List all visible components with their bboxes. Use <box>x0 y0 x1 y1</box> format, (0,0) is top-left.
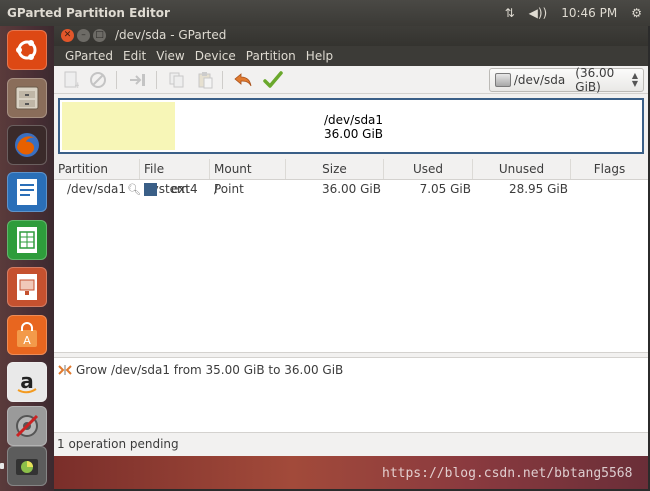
menu-gparted[interactable]: GParted <box>60 49 118 63</box>
menu-partition[interactable]: Partition <box>241 49 301 63</box>
menu-edit[interactable]: Edit <box>118 49 151 63</box>
toolbar-separator <box>156 71 157 89</box>
undo-button[interactable] <box>232 70 254 90</box>
partition-map-size: 36.00 GiB <box>324 127 384 141</box>
paste-icon <box>198 72 213 89</box>
launcher-amazon[interactable]: a <box>7 362 47 402</box>
column-header-mount-point[interactable]: Mount Point <box>210 159 286 196</box>
watermark: https://blog.csdn.net/bbtang5568 <box>382 466 633 481</box>
shopping-bag-icon: A <box>17 322 37 347</box>
delete-partition-button[interactable] <box>87 70 109 90</box>
cell-size: 36.00 GiB <box>321 182 381 196</box>
launcher-firefox[interactable] <box>7 125 47 165</box>
partition-map-name: /dev/sda1 <box>324 113 384 127</box>
toolbar: + /dev/sda (36.00 GiB) ▲ ▼ <box>54 66 648 94</box>
toolbar-separator <box>116 71 117 89</box>
running-indicator <box>0 463 4 469</box>
firefox-icon <box>15 133 39 157</box>
pending-operations-pane: Grow /dev/sda1 from 35.00 GiB to 36.00 G… <box>54 358 648 432</box>
device-name: /dev/sda <box>513 73 566 87</box>
resize-move-button[interactable] <box>127 70 149 90</box>
indicator-area: ⇅ ◀)) 10:46 PM ⚙ <box>505 0 642 26</box>
menu-view[interactable]: View <box>151 49 189 63</box>
presentation-icon <box>17 274 37 300</box>
checkmark-icon <box>263 71 283 88</box>
menu-help[interactable]: Help <box>301 49 338 63</box>
gear-icon[interactable]: ⚙ <box>631 6 642 20</box>
toolbar-separator <box>222 71 223 89</box>
cell-used: 7.05 GiB <box>419 182 471 196</box>
column-header-used[interactable]: Used <box>384 159 473 179</box>
volume-icon[interactable]: ◀)) <box>529 6 548 20</box>
new-document-icon: + <box>64 71 79 89</box>
key-icon: 🔍︎ <box>127 183 141 196</box>
network-icon[interactable]: ⇅ <box>505 6 515 20</box>
operation-text: Grow /dev/sda1 from 35.00 GiB to 36.00 G… <box>76 363 344 377</box>
paste-button[interactable] <box>194 70 216 90</box>
column-header-filesystem[interactable]: File System <box>140 159 210 196</box>
active-app-title: GParted Partition Editor <box>7 6 170 20</box>
svg-text:+: + <box>74 81 79 89</box>
svg-text:a: a <box>20 369 34 393</box>
updown-arrow-icon: ▲ ▼ <box>631 71 638 88</box>
launcher-gparted[interactable] <box>7 446 47 486</box>
menu-device[interactable]: Device <box>190 49 241 63</box>
apply-button[interactable] <box>262 70 284 90</box>
grow-arrows-icon <box>58 365 72 375</box>
launcher-libreoffice-writer[interactable] <box>7 172 47 212</box>
launcher-dash-home[interactable] <box>7 30 47 70</box>
gparted-window: ✕ – □ /dev/sda - GParted GParted Edit Vi… <box>54 26 648 456</box>
column-header-partition[interactable]: Partition <box>54 159 140 179</box>
top-panel: GParted Partition Editor ⇅ ◀)) 10:46 PM … <box>0 0 650 26</box>
cell-mount-point: / <box>214 182 219 196</box>
status-bar: 1 operation pending <box>54 432 648 456</box>
new-partition-button[interactable]: + <box>60 70 82 90</box>
gparted-icon <box>16 459 38 475</box>
table-header: Partition File System Mount Point Size U… <box>54 159 648 196</box>
no-entry-icon <box>90 72 106 88</box>
resize-arrow-icon <box>130 74 145 86</box>
column-header-unused[interactable]: Unused <box>473 159 571 179</box>
window-title: /dev/sda - GParted <box>115 28 227 42</box>
device-selector[interactable]: /dev/sda (36.00 GiB) ▲ ▼ <box>489 66 644 94</box>
hard-disk-icon <box>495 73 511 87</box>
copy-button[interactable] <box>166 70 188 90</box>
launcher-libreoffice-impress[interactable] <box>7 267 47 307</box>
table-row[interactable]: /dev/sda1 🔍︎ ext4 / 36.00 GiB 7.05 GiB 2… <box>54 180 648 199</box>
clock[interactable]: 10:46 PM <box>561 6 617 20</box>
used-space-fill <box>62 102 175 150</box>
maximize-button[interactable]: □ <box>93 29 106 42</box>
operation-item[interactable]: Grow /dev/sda1 from 35.00 GiB to 36.00 G… <box>58 363 343 377</box>
ubuntu-logo-icon <box>16 40 37 60</box>
filesystem-color-swatch <box>144 183 157 196</box>
launcher-files[interactable] <box>7 78 47 118</box>
undo-arrow-icon <box>234 73 252 87</box>
spreadsheet-icon <box>17 227 37 253</box>
settings-wrench-icon <box>15 414 39 438</box>
cell-flags <box>571 180 648 199</box>
launcher-libreoffice-calc[interactable] <box>7 220 47 260</box>
partition-table: Partition File System Mount Point Size U… <box>54 159 648 352</box>
file-cabinet-icon <box>15 86 39 110</box>
close-button[interactable]: ✕ <box>61 29 74 42</box>
launcher: A a <box>0 26 54 491</box>
minimize-button[interactable]: – <box>77 29 90 42</box>
amazon-icon: a <box>17 369 37 394</box>
copy-icon <box>169 72 184 88</box>
launcher-system-settings[interactable] <box>7 406 47 446</box>
column-header-size[interactable]: Size <box>286 159 384 179</box>
launcher-software-center[interactable]: A <box>7 315 47 355</box>
cell-filesystem: ext4 <box>171 182 198 196</box>
svg-text:A: A <box>23 334 31 347</box>
column-header-flags[interactable]: Flags <box>571 159 648 179</box>
menu-bar: GParted Edit View Device Partition Help <box>54 46 648 66</box>
partition-map-label: /dev/sda1 36.00 GiB <box>324 113 383 141</box>
cell-unused: 28.95 GiB <box>508 182 568 196</box>
cell-partition: /dev/sda1 <box>67 182 127 196</box>
document-icon <box>17 179 37 205</box>
window-titlebar[interactable]: ✕ – □ /dev/sda - GParted <box>54 26 648 46</box>
partition-map[interactable]: /dev/sda1 36.00 GiB <box>58 98 644 154</box>
